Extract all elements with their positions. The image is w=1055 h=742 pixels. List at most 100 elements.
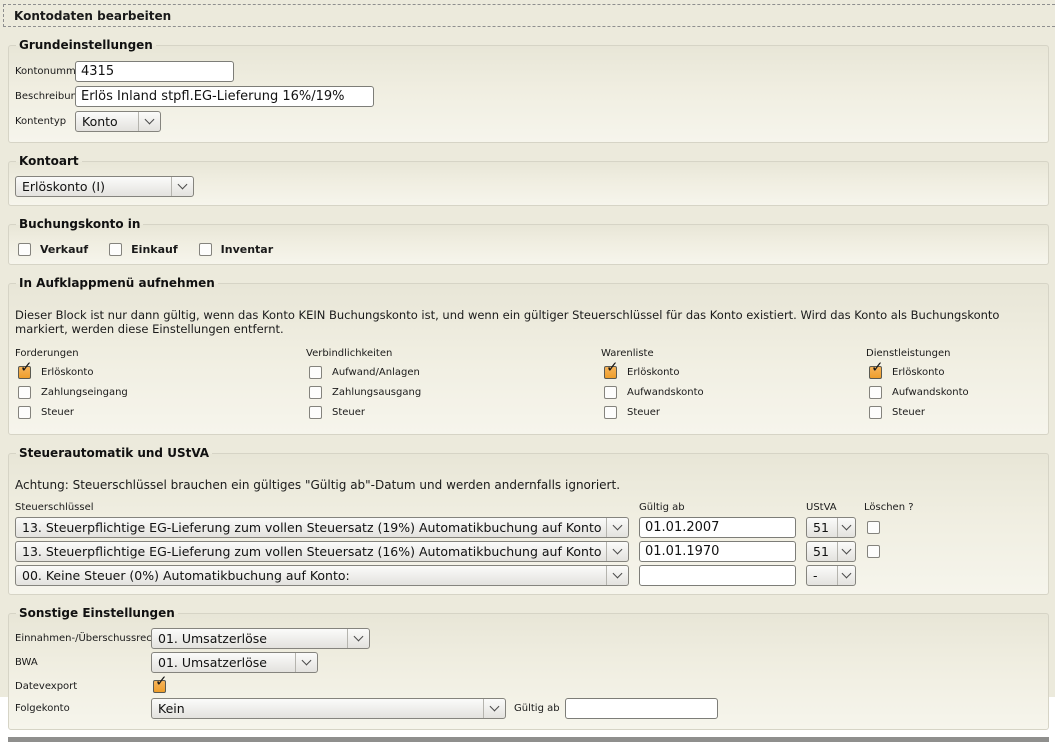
aufklappmenu-description: Dieser Block ist nur dann gültig, wenn d… [15, 308, 1042, 336]
steuer-row: 00. Keine Steuer (0%) Automatikbuchung a… [15, 565, 1042, 586]
warenliste-steuer-checkbox[interactable]: ✓ [604, 406, 617, 419]
kontodaten-page: Kontodaten bearbeiten Grundeinstellungen… [0, 0, 1055, 697]
column-header: Verbindlichkeiten [306, 348, 601, 359]
ustva-select-3[interactable]: - [806, 565, 856, 586]
verbindlichkeiten-steuer-checkbox[interactable]: ✓ [309, 406, 322, 419]
eur-label: Einnahmen-/Überschussrechnung [15, 633, 151, 644]
folgekonto-select[interactable]: Kein [151, 698, 506, 719]
checkbox-item: ✓ Erlöskonto [869, 366, 1042, 379]
dienstleistungen-erloeskonto-checkbox[interactable]: ✓ [869, 366, 882, 379]
check-icon: ✓ [606, 360, 619, 375]
bwa-select-value: 01. Umsatzerlöse [158, 655, 267, 670]
steuerschluessel-select-value: 00. Keine Steuer (0%) Automatikbuchung a… [22, 568, 350, 583]
loeschen-checkbox-1[interactable]: ✓ [867, 521, 880, 534]
dienstleistungen-aufwandskonto-checkbox[interactable]: ✓ [869, 386, 882, 399]
verbindlichkeiten-aufwand-checkbox[interactable]: ✓ [309, 366, 322, 379]
verkauf-label: Verkauf [40, 243, 88, 256]
column-header: Warenliste [601, 348, 866, 359]
folgekonto-row: Folgekonto Kein Gültig ab [15, 698, 1042, 719]
gueltig-ab-input-1[interactable] [639, 517, 796, 538]
ustva-select-2[interactable]: 51 [806, 541, 856, 562]
column-warenliste: Warenliste ✓ Erlöskonto ✓ Aufwandskonto … [601, 348, 866, 426]
kontentyp-select[interactable]: Konto [75, 111, 161, 132]
section-steuerautomatik-legend: Steuerautomatik und UStVA [16, 446, 212, 460]
check-icon: ✓ [871, 360, 884, 375]
checkbox-label: Aufwandskonto [892, 387, 969, 398]
verkauf-checkbox[interactable]: ✓ [18, 243, 31, 256]
chevron-down-icon [606, 542, 628, 561]
check-icon: ✓ [20, 360, 33, 375]
checkbox-item: ✓ Steuer [309, 406, 601, 419]
gueltig-ab-input-3[interactable] [639, 565, 796, 586]
kontentyp-select-value: Konto [82, 114, 118, 129]
verkauf-option: ✓ Verkauf [18, 243, 88, 256]
verbindlichkeiten-zahlungsausgang-checkbox[interactable]: ✓ [309, 386, 322, 399]
steuerschluessel-select-1[interactable]: 13. Steuerpflichtige EG-Lieferung zum vo… [15, 517, 629, 538]
chevron-down-icon [606, 518, 628, 537]
column-verbindlichkeiten: Verbindlichkeiten ✓ Aufwand/Anlagen ✓ Za… [306, 348, 601, 426]
loeschen-checkbox-2[interactable]: ✓ [867, 545, 880, 558]
bwa-select[interactable]: 01. Umsatzerlöse [151, 652, 318, 673]
kontentyp-row: Kontentyp Konto [15, 111, 1042, 132]
folgekonto-gueltig-ab-input[interactable] [565, 698, 718, 719]
beschreibung-row: Beschreibung [15, 86, 1042, 107]
forderungen-zahlungseingang-checkbox[interactable]: ✓ [18, 386, 31, 399]
bottom-divider [8, 737, 1049, 742]
warenliste-aufwandskonto-checkbox[interactable]: ✓ [604, 386, 617, 399]
aufklappmenu-columns: Forderungen ✓ Erlöskonto ✓ Zahlungseinga… [15, 348, 1042, 426]
einkauf-checkbox[interactable]: ✓ [109, 243, 122, 256]
beschreibung-input[interactable] [75, 86, 374, 107]
eur-select[interactable]: 01. Umsatzerlöse [151, 628, 370, 649]
chevron-down-icon [347, 629, 369, 648]
steuer-row: 13. Steuerpflichtige EG-Lieferung zum vo… [15, 517, 1042, 538]
chevron-down-icon [606, 566, 628, 585]
section-aufklappmenu: In Aufklappmenü aufnehmen Dieser Block i… [8, 276, 1049, 435]
checkbox-label: Zahlungseingang [41, 387, 128, 398]
dienstleistungen-steuer-checkbox[interactable]: ✓ [869, 406, 882, 419]
buchungskonto-options: ✓ Verkauf ✓ Einkauf ✓ Inventar [18, 243, 1042, 256]
header-ustva: UStVA [806, 502, 864, 513]
inventar-option: ✓ Inventar [199, 243, 274, 256]
warenliste-erloeskonto-checkbox[interactable]: ✓ [604, 366, 617, 379]
checkbox-label: Aufwand/Anlagen [332, 367, 420, 378]
ustva-select-value: 51 [813, 544, 829, 559]
section-grundeinstellungen: Grundeinstellungen Kontonummer Beschreib… [8, 38, 1049, 143]
section-buchungskonto: Buchungskonto in ✓ Verkauf ✓ Einkauf ✓ I… [8, 217, 1049, 265]
section-sonstige: Sonstige Einstellungen Einnahmen-/Übersc… [8, 606, 1049, 730]
kontoart-select[interactable]: Erlöskonto (I) [15, 176, 194, 197]
steuer-table-header: Steuerschlüssel Gültig ab UStVA Löschen … [15, 502, 1042, 513]
kontonummer-input[interactable] [75, 61, 234, 82]
column-forderungen: Forderungen ✓ Erlöskonto ✓ Zahlungseinga… [15, 348, 306, 426]
checkbox-label: Erlöskonto [627, 367, 679, 378]
checkbox-item: ✓ Steuer [604, 406, 866, 419]
steuerschluessel-select-2[interactable]: 13. Steuerpflichtige EG-Lieferung zum vo… [15, 541, 629, 562]
bwa-row: BWA 01. Umsatzerlöse [15, 652, 1042, 673]
forderungen-steuer-checkbox[interactable]: ✓ [18, 406, 31, 419]
checkbox-label: Zahlungsausgang [332, 387, 421, 398]
chevron-down-icon [138, 112, 160, 131]
folgekonto-select-value: Kein [158, 701, 185, 716]
kontoart-row: Erlöskonto (I) [15, 176, 1042, 197]
inventar-label: Inventar [221, 243, 274, 256]
datevexport-label: Datevexport [15, 681, 151, 692]
folgekonto-gueltig-ab-label: Gültig ab [514, 703, 560, 714]
einkauf-option: ✓ Einkauf [109, 243, 177, 256]
inventar-checkbox[interactable]: ✓ [199, 243, 212, 256]
header-loeschen: Löschen ? [864, 502, 914, 513]
ustva-select-1[interactable]: 51 [806, 517, 856, 538]
forderungen-erloeskonto-checkbox[interactable]: ✓ [18, 366, 31, 379]
page-title-label: Kontodaten bearbeiten [14, 9, 171, 23]
eur-select-value: 01. Umsatzerlöse [158, 631, 267, 646]
einkauf-label: Einkauf [131, 243, 177, 256]
chevron-down-icon [837, 566, 855, 585]
steuerschluessel-select-value: 13. Steuerpflichtige EG-Lieferung zum vo… [22, 520, 602, 535]
column-header: Dienstleistungen [866, 348, 1042, 359]
gueltig-ab-input-2[interactable] [639, 541, 796, 562]
column-dienstleistungen: Dienstleistungen ✓ Erlöskonto ✓ Aufwands… [866, 348, 1042, 426]
section-aufklappmenu-legend: In Aufklappmenü aufnehmen [16, 276, 218, 290]
checkbox-label: Steuer [41, 407, 74, 418]
datevexport-checkbox[interactable]: ✓ [153, 680, 166, 693]
steuerschluessel-select-3[interactable]: 00. Keine Steuer (0%) Automatikbuchung a… [15, 565, 629, 586]
check-icon: ✓ [155, 674, 168, 689]
section-sonstige-legend: Sonstige Einstellungen [16, 606, 178, 620]
